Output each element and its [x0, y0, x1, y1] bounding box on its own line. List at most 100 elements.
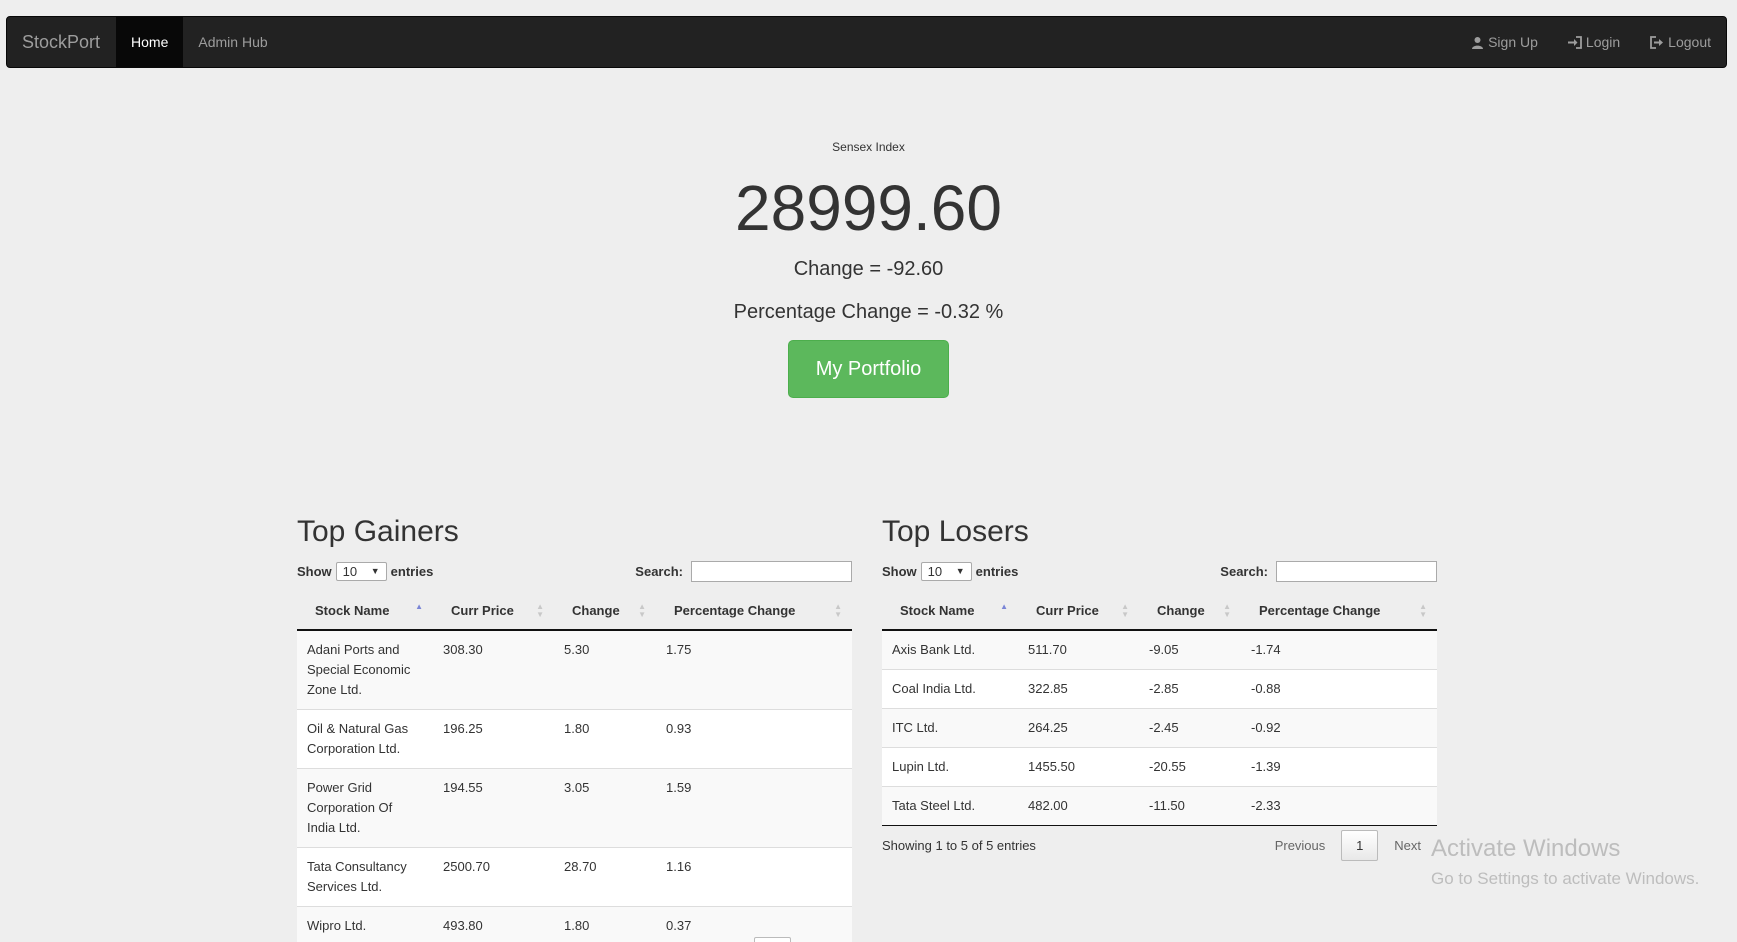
sort-asc-icon: ▲: [415, 602, 423, 611]
top-losers-title: Top Losers: [882, 515, 1029, 548]
table-row: Adani Ports and Special Economic Zone Lt…: [297, 630, 852, 710]
chevron-down-icon: ▼: [955, 566, 965, 576]
nav-right: Sign Up Login Logout: [1456, 17, 1726, 67]
gainers-length: Show 10 ▼ entries: [297, 561, 434, 581]
windows-activation-watermark: Activate Windows Go to Settings to activ…: [1431, 835, 1699, 889]
login-icon: [1567, 35, 1582, 49]
top-gainers-title: Top Gainers: [297, 515, 459, 548]
sign-up-label: Sign Up: [1488, 34, 1538, 50]
price-cell: 194.55: [433, 768, 554, 848]
price-cell: 493.80: [433, 906, 554, 942]
sort-icon: ▲ ▼: [1223, 602, 1231, 619]
chevron-down-icon: ▼: [370, 566, 380, 576]
pct-change-cell: -0.88: [1241, 669, 1437, 709]
pct-change-cell: 1.59: [656, 768, 852, 848]
table-row: Oil & Natural Gas Corporation Ltd. 196.2…: [297, 709, 852, 769]
user-icon: [1471, 36, 1484, 49]
sort-icon: ▲ ▼: [536, 602, 544, 619]
navbar: StockPort Home Admin Hub Sign Up Login L…: [6, 16, 1727, 68]
change-cell: 1.80: [554, 709, 656, 769]
index-label: Sensex Index: [832, 140, 905, 154]
my-portfolio-button[interactable]: My Portfolio: [788, 340, 949, 398]
nav-login[interactable]: Login: [1553, 17, 1635, 67]
stock-name-cell: Tata Steel Ltd.: [882, 786, 1018, 826]
column-header-curr-price[interactable]: Curr Price ▲ ▼: [1018, 592, 1139, 631]
stock-name-cell: Power Grid Corporation Of India Ltd.: [297, 768, 433, 848]
sort-icon: ▲ ▼: [1121, 602, 1129, 619]
losers-entries-select[interactable]: 10 ▼: [920, 561, 972, 581]
column-header-percentage-change[interactable]: Percentage Change ▲ ▼: [1241, 592, 1437, 631]
login-label: Login: [1585, 34, 1621, 50]
column-header-stock-name[interactable]: Stock Name ▲: [297, 592, 433, 631]
price-cell: 482.00: [1018, 786, 1139, 826]
change-cell: -20.55: [1139, 747, 1241, 787]
sort-icon: ▲ ▼: [638, 602, 646, 619]
losers-controls: Show 10 ▼ entries Search:: [882, 560, 1437, 582]
page-1-button[interactable]: 1: [1341, 830, 1379, 861]
watermark-title: Activate Windows: [1431, 835, 1621, 862]
index-summary: Sensex Index 28999.60 Change = -92.60 Pe…: [0, 140, 1737, 398]
nav-admin-hub[interactable]: Admin Hub: [183, 17, 282, 67]
change-cell: -2.85: [1139, 669, 1241, 709]
watermark-subtitle: Go to Settings to activate Windows.: [1431, 869, 1700, 888]
index-percentage-change: Percentage Change = -0.32 %: [733, 301, 1004, 323]
stock-name-cell: ITC Ltd.: [882, 708, 1018, 748]
price-cell: 196.25: [433, 709, 554, 769]
search-label: Search:: [1220, 563, 1268, 579]
stock-name-cell: Axis Bank Ltd.: [892, 642, 976, 657]
stock-name-cell: Coal India Ltd.: [882, 669, 1018, 709]
pct-change-cell: 1.16: [656, 847, 852, 907]
change-cell: 1.80: [554, 906, 656, 942]
entries-label: entries: [390, 563, 434, 579]
entries-value: 10: [927, 563, 943, 579]
change-cell: -2.45: [1139, 708, 1241, 748]
stock-name-cell: Wipro Ltd.: [297, 906, 433, 942]
sort-icon: ▲ ▼: [834, 602, 842, 619]
top-losers-panel: Top Losers Show 10 ▼ entries Search: Sto…: [882, 514, 1437, 861]
show-label: Show: [882, 563, 917, 579]
price-cell: 2500.70: [433, 847, 554, 907]
logout-label: Logout: [1668, 34, 1711, 50]
price-cell: 264.25: [1018, 708, 1139, 748]
change-cell: 28.70: [554, 847, 656, 907]
column-header-change[interactable]: Change ▲ ▼: [554, 592, 656, 631]
logout-icon: [1650, 35, 1664, 49]
change-cell: 5.30: [564, 642, 590, 657]
losers-search-input[interactable]: [1276, 560, 1437, 582]
stock-name-cell: Adani Ports and Special Economic Zone Lt…: [307, 642, 411, 697]
stock-name-cell: Lupin Ltd.: [882, 747, 1018, 787]
column-header-change[interactable]: Change ▲ ▼: [1139, 592, 1241, 631]
brand-link[interactable]: StockPort: [7, 17, 116, 67]
column-header-stock-name[interactable]: Stock Name ▲: [882, 592, 1018, 631]
pct-change-cell: -1.39: [1241, 747, 1437, 787]
nav-sign-up[interactable]: Sign Up: [1456, 17, 1553, 67]
stock-name-cell: Tata Consultancy Services Ltd.: [297, 847, 433, 907]
price-cell: 308.30: [443, 642, 483, 657]
next-page-button[interactable]: Next: [1378, 838, 1437, 853]
pagination: Previous 1 Next: [1259, 830, 1437, 861]
nav-logout[interactable]: Logout: [1635, 17, 1726, 67]
gainers-search-input[interactable]: [691, 560, 852, 582]
index-change: Change = -92.60: [793, 258, 944, 280]
index-value: 28999.60: [735, 172, 1002, 244]
search-label: Search:: [635, 563, 683, 579]
gainers-controls: Show 10 ▼ entries Search:: [297, 560, 852, 582]
gainers-table: Stock Name ▲ Curr Price ▲ ▼ Change ▲ ▼ Percen…: [297, 592, 852, 942]
column-header-curr-price[interactable]: Curr Price ▲ ▼: [433, 592, 554, 631]
pct-change-cell: -2.33: [1241, 786, 1437, 826]
previous-page-button[interactable]: Previous: [1259, 838, 1342, 853]
column-header-percentage-change[interactable]: Percentage Change ▲ ▼: [656, 592, 852, 631]
gainers-entries-select[interactable]: 10 ▼: [335, 561, 387, 581]
losers-table-footer: Showing 1 to 5 of 5 entries Previous 1 N…: [882, 830, 1437, 861]
table-info: Showing 1 to 5 of 5 entries: [882, 838, 1036, 853]
change-cell: 3.05: [554, 768, 656, 848]
losers-table: Stock Name ▲ Curr Price ▲ ▼ Change ▲ ▼ Percen…: [882, 592, 1437, 826]
pct-change-cell: -0.92: [1241, 708, 1437, 748]
nav-home[interactable]: Home: [116, 17, 184, 67]
top-gainers-panel: Top Gainers Show 10 ▼ entries Search: St…: [297, 514, 852, 942]
table-row: Power Grid Corporation Of India Ltd. 194…: [297, 768, 852, 848]
losers-length: Show 10 ▼ entries: [882, 561, 1019, 581]
entries-label: entries: [975, 563, 1019, 579]
gainers-page-button[interactable]: [754, 937, 791, 942]
price-cell: 322.85: [1018, 669, 1139, 709]
